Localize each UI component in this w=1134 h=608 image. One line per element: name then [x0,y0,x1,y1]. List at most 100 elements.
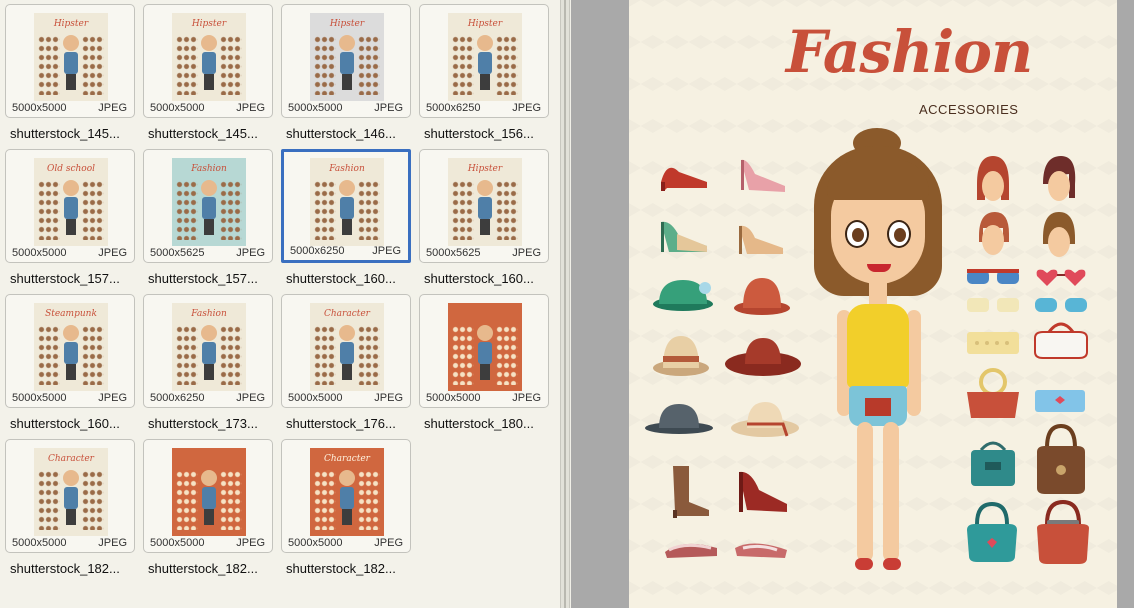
thumbnail-image: Character [34,448,108,536]
thumbnail-character [200,325,218,381]
thumbnail-tile[interactable]: Fashion 5000x5625 JPEG [143,149,273,263]
thumbnail-filename[interactable]: shutterstock_182... [148,561,288,576]
character-body [340,487,354,509]
thumbnail-accessory-grid [314,180,336,240]
thumbnail-tile[interactable]: Hipster 5000x6250 JPEG [419,4,549,118]
character-head [63,35,79,51]
thumbnail-filename[interactable]: shutterstock_156... [424,126,560,141]
thumbnail-dimensions: 5000x5000 [12,102,67,114]
thumbnail-tile[interactable]: 5000x5000 JPEG [419,294,549,408]
thumbnail-tile[interactable]: Steampunk 5000x5000 JPEG [5,294,135,408]
thumbnail-filename[interactable]: shutterstock_145... [10,126,150,141]
thumbnail-tile[interactable]: Character 5000x5000 JPEG [281,439,411,553]
thumbnail-format: JPEG [374,537,403,549]
thumbnail-dimensions: 5000x6250 [290,245,345,257]
thumbnail-format: JPEG [236,392,265,404]
pane-splitter[interactable] [560,0,570,608]
character-legs [342,364,352,380]
thumbnail-dimensions: 5000x5000 [288,102,343,114]
thumbnail-accessory-grid [82,35,104,95]
thumbnail-character [200,180,218,236]
red-book [865,398,891,416]
teal-satchel-icon [967,502,1017,562]
thumbnail-tile[interactable]: Character 5000x5000 JPEG [281,294,411,408]
thumbnail-image-title: Character [323,309,370,319]
thumbnail-format: JPEG [374,392,403,404]
thumbnail-tile[interactable]: Fashion 5000x6250 JPEG [281,149,411,263]
thumbnail-character [338,180,356,236]
thumbnail-filename[interactable]: shutterstock_176... [286,416,426,431]
character-legs [66,219,76,235]
red-heel-icon [661,167,707,191]
thumbnail-image [448,303,522,391]
character-head [63,325,79,341]
thumbnail-character [62,325,80,381]
thumbnail-image-title: Hipster [53,19,89,29]
thumbnail-filename[interactable]: shutterstock_160... [424,271,560,286]
thumbnail-accessory-grid [220,35,242,95]
thumbnail-image-title: Steampunk [45,309,97,319]
thumbnail-character [62,470,80,526]
thumbnail-character [338,470,356,526]
thumbnail-image-title: Hipster [191,19,227,29]
thumbnail-character [476,325,494,381]
thumbnail-filename[interactable]: shutterstock_182... [10,561,150,576]
red-hat-icon [734,278,790,315]
thumbnail-dimensions: 5000x5000 [426,392,481,404]
thumbnail-accessory-grid [358,470,380,530]
thumbnail-tile[interactable]: Hipster 5000x5000 JPEG [5,4,135,118]
pink-flat-icon [665,543,717,558]
right-leg [883,422,899,562]
thumbnail-filename[interactable]: shutterstock_157... [10,271,150,286]
thumbnail-tile[interactable]: Hipster 5000x5625 JPEG [419,149,549,263]
thumbnail-filename[interactable]: shutterstock_157... [148,271,288,286]
character-legs [66,509,76,525]
brown-boot-icon [673,466,709,518]
thumbnail-dimensions: 5000x5000 [12,392,67,404]
thumbnail-image: Character [310,448,384,536]
thumbnail-filename[interactable]: shutterstock_182... [286,561,426,576]
thumbnail-filename[interactable]: shutterstock_173... [148,416,288,431]
thumbnail-accessory-grid [314,470,336,530]
thumbnail-image: Hipster [34,13,108,101]
thumbnail-tile[interactable]: 5000x5000 JPEG [143,439,273,553]
thumbnail-accessory-grid [176,35,198,95]
tan-heel-icon [739,225,783,254]
girl-character [809,128,959,578]
character-head [201,470,217,486]
thumbnail-image-title: Hipster [467,19,503,29]
red-sunglasses-icon [967,269,1019,284]
thumbnail-filename[interactable]: shutterstock_160... [286,271,426,286]
thumbnail-accessory-grid [496,35,518,95]
character-body [64,52,78,74]
character-body [202,52,216,74]
thumbnail-image: Hipster [448,158,522,246]
thumbnail-image: Character [310,303,384,391]
thumbnail-format: JPEG [236,247,265,259]
character-head [477,180,493,196]
splitter-grip[interactable] [564,0,566,608]
poster-subtitle: ACCESSORIES [919,102,1019,117]
thumbnail-format: JPEG [236,102,265,114]
thumbnail-dimensions: 5000x5000 [288,392,343,404]
thumbnail-image: Fashion [172,303,246,391]
thumbnail-filename[interactable]: shutterstock_180... [424,416,560,431]
thumbnail-tile[interactable]: Hipster 5000x5000 JPEG [143,4,273,118]
thumbnail-format: JPEG [512,392,541,404]
thumbnail-format: JPEG [236,537,265,549]
thumbnail-tile[interactable]: Old school 5000x5000 JPEG [5,149,135,263]
thumbnail-tile[interactable]: Hipster 5000x5000 JPEG [281,4,411,118]
thumbnail-filename[interactable]: shutterstock_160... [10,416,150,431]
thumbnail-accessory-grid [452,325,474,385]
thumbnail-image-title: Fashion [191,309,227,319]
thumbnail-filename[interactable]: shutterstock_145... [148,126,288,141]
thumbnail-filename[interactable]: shutterstock_146... [286,126,426,141]
cream-glasses-icon [967,298,1019,312]
thumbnail-tile[interactable]: Fashion 5000x6250 JPEG [143,294,273,408]
green-hat-icon [653,280,713,311]
thumbnail-tile[interactable]: Character 5000x5000 JPEG [5,439,135,553]
character-head [339,325,355,341]
thumbnail-dimensions: 5000x6250 [426,102,481,114]
thumbnail-accessory-grid [220,325,242,385]
character-body [64,342,78,364]
